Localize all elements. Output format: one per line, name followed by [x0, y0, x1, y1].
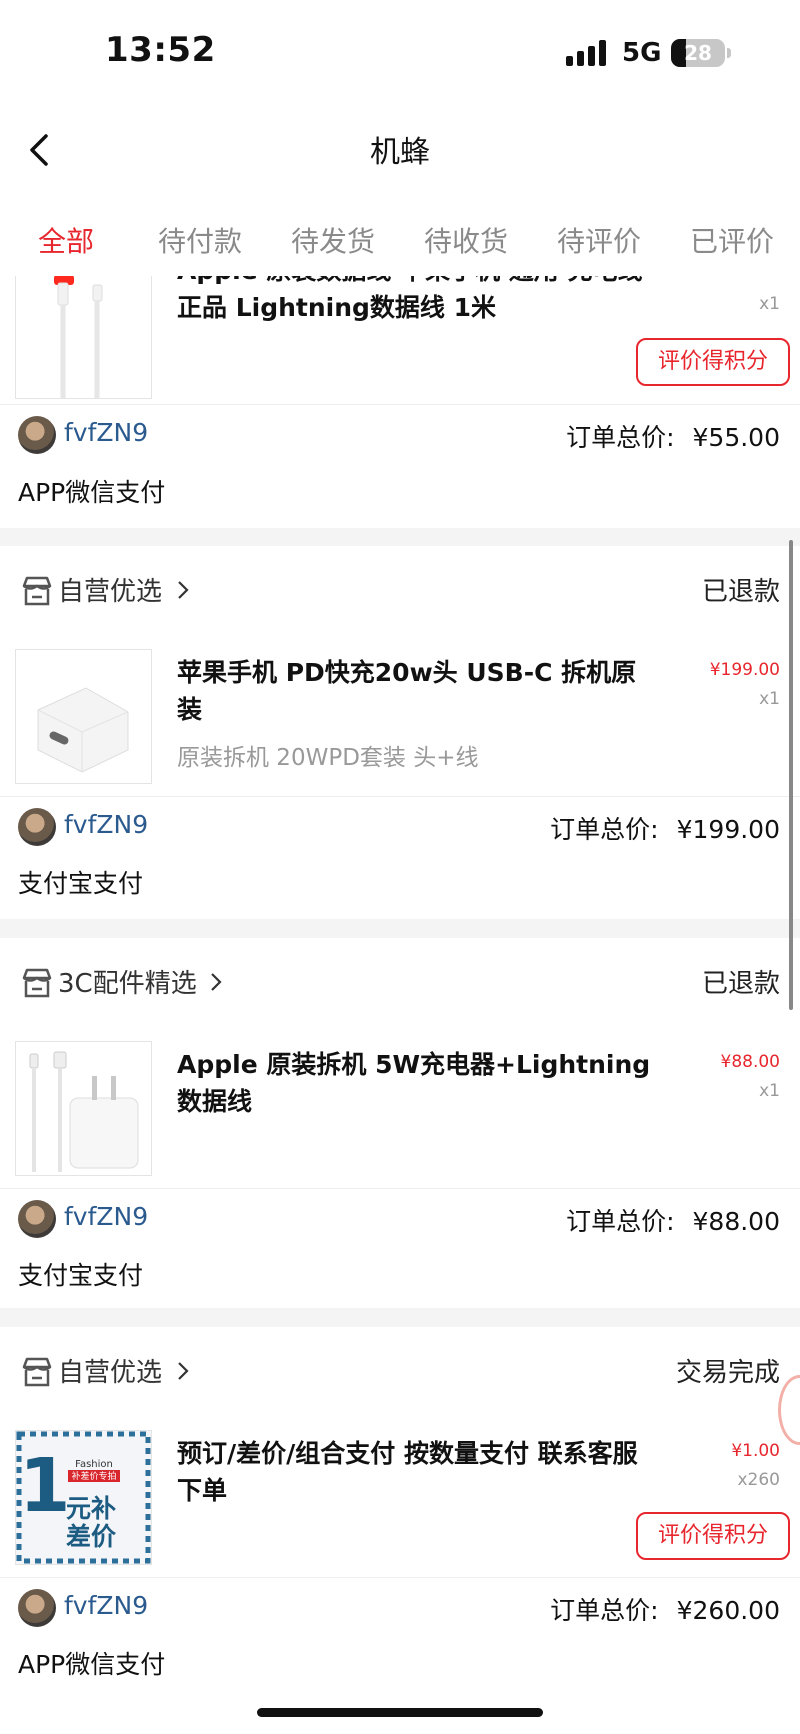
- order-total-label: 订单总价:: [550, 815, 659, 844]
- payment-method: APP微信支付: [18, 478, 166, 507]
- avatar[interactable]: [18, 808, 56, 846]
- avatar[interactable]: [18, 416, 56, 454]
- username[interactable]: fvfZN9: [64, 418, 148, 447]
- shop-name[interactable]: 3C配件精选: [58, 963, 197, 1000]
- order-user-row: fvfZN9 订单总价: ¥260.00: [0, 1579, 800, 1635]
- divider: [0, 404, 800, 405]
- username[interactable]: fvfZN9: [64, 810, 148, 839]
- shop-row[interactable]: 自营优选 已退款: [0, 546, 800, 638]
- avatar[interactable]: [18, 1589, 56, 1627]
- tab-pending-payment[interactable]: 待付款: [158, 220, 242, 260]
- order-card: 自营优选 已退款 苹果手机 PD快充20w头 USB-C 拆机原装 原装拆机 2…: [0, 546, 800, 919]
- order-total-label: 订单总价:: [550, 1596, 659, 1625]
- product-price: ¥1.00: [731, 1441, 780, 1461]
- product-quantity: x1: [759, 294, 780, 314]
- signal-icon: [566, 40, 610, 66]
- battery-tip: [727, 48, 731, 58]
- product-title-line2: 正品 Lightning数据线 1米: [177, 293, 497, 322]
- order-total-amount: ¥199.00: [676, 815, 780, 844]
- product-image-charger-kit[interactable]: [15, 1041, 152, 1176]
- chevron-right-icon: [178, 581, 189, 599]
- order-total: 订单总价: ¥199.00: [550, 810, 780, 846]
- page-title: 机蜂: [370, 135, 430, 170]
- shop-row[interactable]: 自营优选 交易完成: [0, 1327, 800, 1419]
- store-icon: [22, 1357, 52, 1387]
- tab-pending-shipment[interactable]: 待发货: [291, 220, 375, 260]
- order-status: 已退款: [701, 969, 780, 999]
- product-quantity: x1: [759, 1081, 780, 1101]
- order-total-label: 订单总价:: [566, 1207, 675, 1236]
- order-total-amount: ¥88.00: [692, 1207, 780, 1236]
- divider: [0, 1577, 800, 1578]
- order-card: 自营优选 交易完成 1 Fashion 补差价专拍 元补 差价 预订/差价/组合…: [0, 1327, 800, 1694]
- tab-pending-receipt[interactable]: 待收货: [424, 220, 508, 260]
- order-card: Apple 原装数据线 苹果手机 通用 充电线 正品 Lightning数据线 …: [0, 276, 800, 528]
- username[interactable]: fvfZN9: [64, 1591, 148, 1620]
- usb-c-charger-image: [37, 687, 129, 773]
- divider: [0, 1188, 800, 1189]
- order-total: 订单总价: ¥55.00: [566, 418, 780, 454]
- avatar[interactable]: [18, 1200, 56, 1238]
- product-image-charger[interactable]: [15, 649, 152, 784]
- username[interactable]: fvfZN9: [64, 1202, 148, 1231]
- order-card: 3C配件精选 已退款 Apple 原装拆机 5W充电器+Lightning数据线…: [0, 938, 800, 1308]
- battery-icon: 28: [671, 39, 725, 67]
- thumb-line2: 差价: [66, 1522, 117, 1551]
- order-list[interactable]: Apple 原装数据线 苹果手机 通用 充电线 正品 Lightning数据线 …: [0, 276, 800, 1694]
- order-total-amount: ¥55.00: [692, 423, 780, 452]
- order-user-row: fvfZN9 订单总价: ¥88.00: [0, 1190, 800, 1246]
- product-title[interactable]: 预订/差价/组合支付 按数量支付 联系客服下单: [177, 1435, 652, 1509]
- home-indicator[interactable]: [257, 1708, 543, 1717]
- chevron-right-icon: [211, 973, 222, 991]
- network-type: 5G: [622, 38, 662, 68]
- battery-level: 28: [684, 41, 712, 65]
- order-total: 订单总价: ¥88.00: [566, 1202, 780, 1238]
- order-user-row: fvfZN9 订单总价: ¥55.00: [0, 406, 800, 462]
- order-total-label: 订单总价:: [566, 423, 675, 452]
- order-status: 交易完成: [675, 1358, 780, 1388]
- product-quantity: x260: [737, 1470, 780, 1490]
- tab-pending-review[interactable]: 待评价: [557, 220, 641, 260]
- store-icon: [22, 576, 52, 606]
- review-earn-points-button[interactable]: 评价得积分: [636, 1512, 790, 1560]
- store-icon: [22, 968, 52, 998]
- charger-and-cable-image: [29, 1051, 139, 1172]
- tab-all[interactable]: 全部: [38, 220, 94, 260]
- scrollbar[interactable]: [789, 540, 793, 1010]
- divider: [0, 796, 800, 797]
- payment-method: 支付宝支付: [18, 869, 144, 898]
- payment-method: APP微信支付: [18, 1650, 166, 1679]
- order-user-row: fvfZN9 订单总价: ¥199.00: [0, 798, 800, 854]
- tab-reviewed[interactable]: 已评价: [690, 220, 774, 260]
- thumb-fashion: Fashion: [75, 1459, 113, 1470]
- order-total-amount: ¥260.00: [676, 1596, 780, 1625]
- thumb-big-number: 1: [19, 1443, 71, 1529]
- chevron-right-icon: [178, 1362, 189, 1380]
- product-price: ¥88.00: [720, 1052, 780, 1072]
- product-quantity: x1: [759, 689, 780, 709]
- shop-name[interactable]: 自营优选: [58, 1352, 162, 1389]
- thumb-tag: 补差价专拍: [71, 1470, 116, 1482]
- product-image-cable[interactable]: [15, 276, 152, 399]
- order-tabs: 全部 待付款 待发货 待收货 待评价 已评价: [0, 200, 800, 276]
- product-title[interactable]: 苹果手机 PD快充20w头 USB-C 拆机原装: [177, 654, 652, 728]
- payment-method: 支付宝支付: [18, 1261, 144, 1290]
- order-status: 已退款: [701, 577, 780, 607]
- product-title[interactable]: Apple 原装拆机 5W充电器+Lightning数据线: [177, 1046, 652, 1120]
- price-difference-banner-image: 1 Fashion 补差价专拍 元补 差价: [16, 1431, 151, 1564]
- review-earn-points-button[interactable]: 评价得积分: [636, 338, 790, 386]
- order-total: 订单总价: ¥260.00: [550, 1591, 780, 1627]
- status-bar: 13:52 5G 28: [0, 0, 800, 105]
- status-time: 13:52: [105, 30, 216, 70]
- thumb-line1: 元补: [66, 1494, 116, 1523]
- shop-row[interactable]: 3C配件精选 已退款: [0, 938, 800, 1030]
- product-title-line1: Apple 原装数据线 苹果手机 通用 充电线: [177, 276, 652, 289]
- product-spec: 原装拆机 20WPD套装 头+线: [177, 745, 479, 771]
- product-image-price-difference[interactable]: 1 Fashion 补差价专拍 元补 差价: [15, 1430, 152, 1565]
- shop-name[interactable]: 自营优选: [58, 571, 162, 608]
- lightning-cable-image: [54, 276, 103, 398]
- nav-bar: 机蜂: [0, 105, 800, 195]
- product-price: ¥199.00: [709, 660, 780, 680]
